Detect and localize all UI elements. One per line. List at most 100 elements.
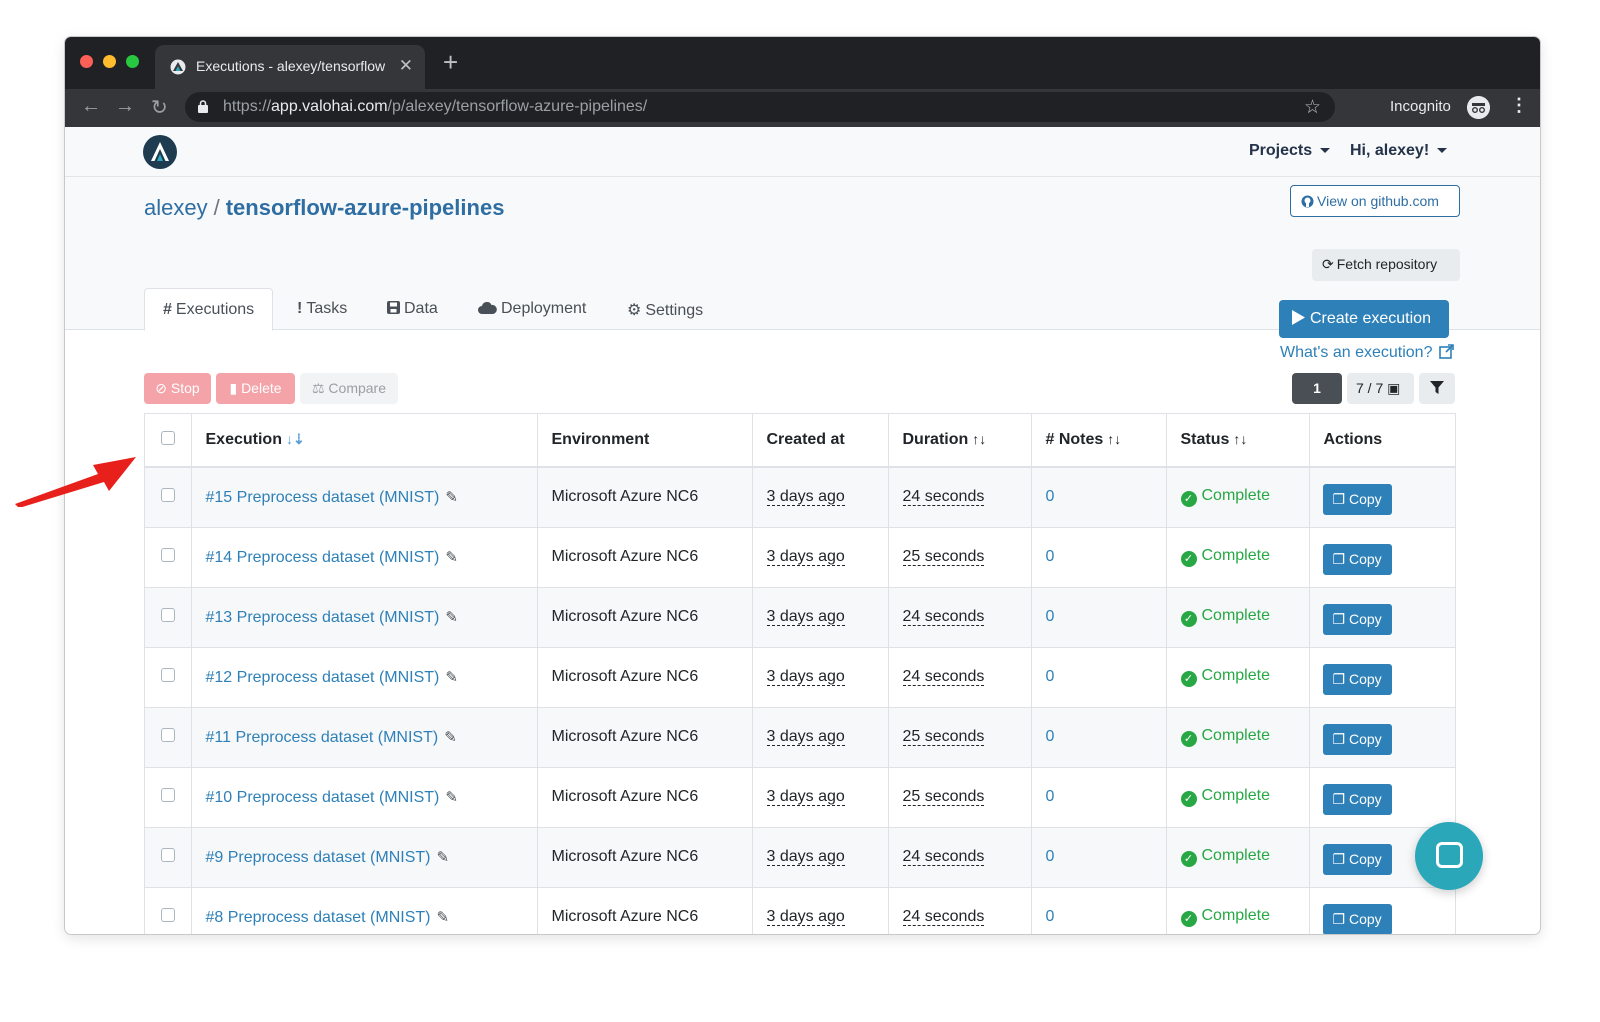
execution-link[interactable]: #12 Preprocess dataset (MNIST) [206,669,440,686]
whats-an-execution-link[interactable]: What's an execution? [1280,344,1454,362]
execution-link[interactable]: #9 Preprocess dataset (MNIST) [206,849,431,866]
create-execution-button[interactable]: Create execution [1279,300,1449,338]
copy-button[interactable]: ❐ Copy [1322,483,1392,515]
notes-count[interactable]: 0 [1046,548,1055,565]
browser-menu-icon[interactable]: ⋮ [1510,95,1528,116]
tab-settings[interactable]: ⚙ Settings [627,288,703,331]
row-checkbox[interactable] [161,847,175,862]
execution-link[interactable]: #14 Preprocess dataset (MNIST) [206,549,440,566]
columns-toggle-button[interactable]: 7 / 7 ▣ [1347,373,1414,404]
address-bar[interactable]: https://app.valohai.com/p/alexey/tensorf… [185,92,1335,122]
breadcrumb-project[interactable]: tensorflow-azure-pipelines [226,195,505,220]
notes-count[interactable]: 0 [1046,668,1055,685]
pencil-icon[interactable]: ✎ [445,549,458,566]
fetch-repository-button[interactable]: ⟳ Fetch repository [1312,249,1460,281]
notes-count[interactable]: 0 [1046,908,1055,925]
column-header-notes[interactable]: # Notes ↑↓ [1031,414,1167,468]
back-arrow-icon[interactable]: ← [81,95,101,118]
notes-count[interactable]: 0 [1046,488,1055,505]
execution-link[interactable]: #13 Preprocess dataset (MNIST) [206,609,440,626]
close-window-button[interactable] [80,55,93,68]
tab-close-icon[interactable]: ✕ [399,56,413,76]
tab-data[interactable]: Data [387,288,438,331]
created-cell: 3 days ago [752,467,889,528]
pencil-icon[interactable]: ✎ [445,489,458,506]
copy-label: Copy [1348,610,1382,627]
notes-count[interactable]: 0 [1046,608,1055,625]
copy-button[interactable]: ❐ Copy [1322,663,1392,695]
row-checkbox[interactable] [161,667,175,682]
bookmark-star-icon[interactable]: ☆ [1304,96,1321,119]
pencil-icon[interactable]: ✎ [436,849,449,866]
browser-window: Executions - alexey/tensorflow ✕ + ← → ↻… [65,37,1540,934]
sort-icon: ↑↓ [1107,431,1122,447]
table-row[interactable]: #11 Preprocess dataset (MNIST) ✎ Microsoft… [145,707,1455,768]
user-menu-dropdown[interactable]: Hi, alexey! [1350,142,1448,160]
stop-button[interactable]: ⊘ Stop [144,373,211,404]
table-row[interactable]: #10 Preprocess dataset (MNIST) ✎ Microsoft… [145,767,1455,828]
notes-count[interactable]: 0 [1046,728,1055,745]
compare-button[interactable]: ⚖ Compare [300,373,398,404]
incognito-icon[interactable] [1467,96,1490,119]
page-number-button[interactable]: 1 [1292,373,1342,404]
table-row[interactable]: #9 Preprocess dataset (MNIST) ✎ Microsoft … [145,827,1455,888]
actions-cell: ❐ Copy [1309,767,1455,828]
status-cell: ✓ Complete [1166,827,1310,888]
pencil-icon[interactable]: ✎ [445,669,458,686]
table-row[interactable]: #12 Preprocess dataset (MNIST) ✎ Microsoft… [145,647,1455,708]
github-button-label: View on github.com [1317,193,1439,209]
column-header-status[interactable]: Status ↑↓ [1166,414,1310,468]
row-checkbox[interactable] [161,787,175,802]
tab-tasks[interactable]: ! Tasks [297,288,347,331]
execution-link[interactable]: #8 Preprocess dataset (MNIST) [206,909,431,926]
breadcrumb-separator: / [213,195,220,220]
table-row[interactable]: #14 Preprocess dataset (MNIST) ✎ Microsoft… [145,527,1455,588]
chat-launcher-button[interactable] [1415,822,1483,890]
copy-button[interactable]: ❐ Copy [1322,603,1392,635]
view-on-github-button[interactable]: View on github.com [1290,185,1460,217]
copy-button[interactable]: ❐ Copy [1322,543,1392,575]
table-row[interactable]: #13 Preprocess dataset (MNIST) ✎ Microsoft… [145,587,1455,648]
filter-button[interactable] [1419,373,1455,404]
forward-arrow-icon[interactable]: → [115,95,135,118]
delete-button[interactable]: ▮ Delete [216,373,295,404]
breadcrumb-owner[interactable]: alexey [144,195,208,220]
execution-link[interactable]: #15 Preprocess dataset (MNIST) [206,489,440,506]
tab-deployment[interactable]: Deployment [478,288,586,331]
pencil-icon[interactable]: ✎ [445,789,458,806]
pencil-icon[interactable]: ✎ [444,729,457,746]
pencil-icon[interactable]: ✎ [436,909,449,926]
copy-button[interactable]: ❐ Copy [1322,783,1392,815]
notes-cell: 0 [1031,647,1167,708]
row-checkbox[interactable] [161,607,175,622]
notes-count[interactable]: 0 [1046,788,1055,805]
exclamation-icon: ! [297,300,303,317]
copy-button[interactable]: ❐ Copy [1322,843,1392,875]
row-checkbox[interactable] [161,907,175,922]
column-header-execution[interactable]: Execution ↓⇣ [191,414,538,468]
minimize-window-button[interactable] [103,55,116,68]
select-all-checkbox[interactable] [161,430,175,445]
browser-tab[interactable]: Executions - alexey/tensorflow ✕ [155,45,425,89]
row-checkbox[interactable] [161,487,175,502]
table-header-row: Execution ↓⇣ Environment Created at Durat… [145,414,1455,468]
copy-button[interactable]: ❐ Copy [1322,903,1392,934]
execution-link[interactable]: #11 Preprocess dataset (MNIST) [206,729,439,746]
maximize-window-button[interactable] [126,55,139,68]
reload-icon[interactable]: ↻ [151,95,168,120]
tab-executions[interactable]: # Executions [144,288,274,331]
valohai-logo-icon[interactable] [143,135,177,169]
row-checkbox[interactable] [161,547,175,562]
stop-circle-icon: ⊘ [155,380,171,396]
notes-count[interactable]: 0 [1046,848,1055,865]
column-header-duration[interactable]: Duration ↑↓ [888,414,1032,468]
new-tab-icon[interactable]: + [443,47,458,78]
execution-link[interactable]: #10 Preprocess dataset (MNIST) [206,789,440,806]
table-row[interactable]: #15 Preprocess dataset (MNIST) ✎ Microsoft… [145,467,1455,528]
row-checkbox[interactable] [161,727,175,742]
copy-button[interactable]: ❐ Copy [1322,723,1392,755]
projects-dropdown[interactable]: Projects [1249,142,1331,160]
status-text: Complete [1201,907,1270,924]
pencil-icon[interactable]: ✎ [445,609,458,626]
table-row[interactable]: #8 Preprocess dataset (MNIST) ✎ Microsoft … [145,887,1455,934]
